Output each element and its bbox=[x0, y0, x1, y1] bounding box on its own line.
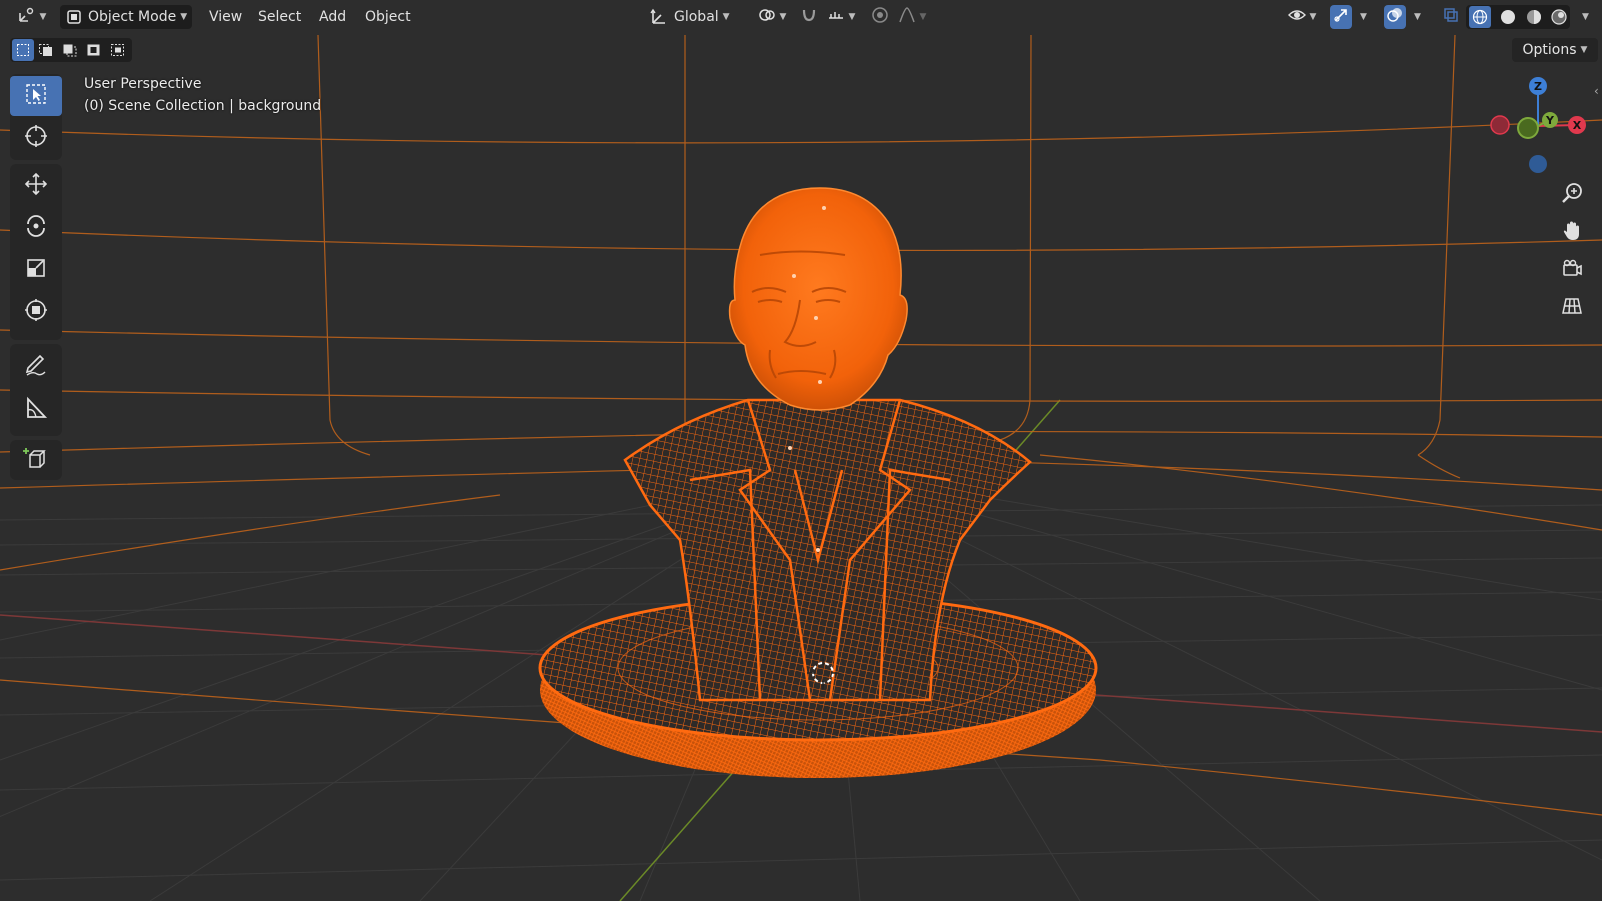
overlays-toggle[interactable] bbox=[1384, 5, 1406, 29]
gizmo-toggle-icon bbox=[1333, 7, 1349, 27]
snap-target-dropdown[interactable]: ▼ bbox=[822, 5, 860, 29]
zoom-magnifier-icon bbox=[1561, 182, 1583, 208]
gizmo-z-label: Z bbox=[1534, 80, 1542, 93]
select-box-tool[interactable] bbox=[10, 76, 62, 116]
gizmo-x-label: X bbox=[1573, 119, 1582, 132]
pan-button[interactable] bbox=[1557, 218, 1587, 248]
gizmo-z-negative bbox=[1529, 155, 1547, 173]
gizmo-x-negative bbox=[1490, 115, 1510, 135]
menu-view[interactable]: View bbox=[203, 5, 248, 29]
gizmo-toggle[interactable] bbox=[1330, 5, 1352, 29]
shading-material-icon[interactable] bbox=[1526, 9, 1542, 25]
select-subtract-icon[interactable] bbox=[58, 43, 82, 57]
snap-increment-icon bbox=[827, 6, 845, 28]
view-name: User Perspective bbox=[84, 76, 202, 92]
snap-toggle[interactable] bbox=[796, 5, 822, 29]
pivot-point-icon bbox=[758, 6, 776, 28]
shading-dropdown-chevron[interactable]: ▼ bbox=[1582, 5, 1589, 29]
rotate-tool[interactable] bbox=[10, 208, 62, 248]
measure-tool[interactable] bbox=[10, 390, 62, 430]
select-invert-icon[interactable] bbox=[82, 43, 106, 57]
xray-toggle-icon bbox=[1443, 7, 1459, 27]
move-tool[interactable] bbox=[10, 166, 62, 206]
add-cube-tool[interactable] bbox=[10, 440, 62, 480]
navigation-gizmo[interactable]: Z Y X bbox=[1480, 74, 1602, 184]
editor-type-icon bbox=[18, 7, 36, 27]
select-cursor-icon bbox=[24, 82, 48, 110]
chevron-down-icon: ▼ bbox=[919, 12, 927, 22]
select-extend-icon[interactable] bbox=[34, 43, 58, 57]
object-mode-icon bbox=[66, 9, 82, 25]
visibility-eye-icon bbox=[1287, 7, 1306, 27]
menu-object[interactable]: Object bbox=[359, 5, 417, 29]
camera-view-button[interactable] bbox=[1557, 256, 1587, 286]
viewport-3d[interactable] bbox=[0, 0, 1602, 901]
measure-ruler-icon bbox=[24, 396, 48, 424]
options-label: Options bbox=[1522, 42, 1577, 58]
collection-info: (0) Scene Collection | background bbox=[84, 98, 322, 114]
orientation-label: Global bbox=[674, 9, 719, 25]
overlays-dropdown-chevron[interactable]: ▼ bbox=[1414, 5, 1421, 29]
scale-tool[interactable] bbox=[10, 250, 62, 290]
rotate-icon bbox=[23, 213, 49, 243]
falloff-dropdown[interactable]: ▼ bbox=[894, 5, 930, 29]
ortho-grid-icon bbox=[1561, 294, 1583, 320]
cursor-tool[interactable] bbox=[10, 118, 62, 158]
chevron-down-icon: ▼ bbox=[39, 12, 47, 22]
add-cube-icon bbox=[23, 445, 49, 475]
gizmo-dropdown-chevron[interactable]: ▼ bbox=[1360, 5, 1367, 29]
move-arrows-icon bbox=[23, 171, 49, 201]
gizmo-y-label: Y bbox=[1545, 114, 1555, 127]
proportional-editing-toggle[interactable] bbox=[868, 5, 892, 29]
pan-hand-icon bbox=[1561, 220, 1583, 246]
shading-solid-icon[interactable] bbox=[1500, 9, 1516, 25]
shading-mode-group bbox=[1466, 5, 1570, 29]
chevron-down-icon: ▼ bbox=[779, 12, 787, 22]
transform-tool[interactable] bbox=[10, 292, 62, 332]
transform-icon bbox=[23, 297, 49, 327]
annotate-pencil-icon bbox=[23, 351, 49, 381]
mode-dropdown[interactable]: Object Mode ▼ bbox=[60, 5, 192, 29]
overlays-icon bbox=[1387, 7, 1403, 27]
sidebar-collapse-arrow[interactable]: ‹ bbox=[1594, 84, 1599, 98]
viewport-header: ▼ Object Mode ▼ View Select Add Object G… bbox=[0, 0, 1602, 34]
orientation-axes-icon bbox=[650, 8, 668, 26]
proportional-editing-icon bbox=[871, 6, 889, 28]
chevron-down-icon: ▼ bbox=[1309, 12, 1317, 22]
ortho-toggle-button[interactable] bbox=[1557, 292, 1587, 322]
gizmo-y-positive bbox=[1517, 117, 1539, 139]
chevron-down-icon: ▼ bbox=[1580, 45, 1588, 55]
shading-wireframe-icon[interactable] bbox=[1469, 6, 1491, 28]
chevron-down-icon: ▼ bbox=[848, 12, 856, 22]
select-new-icon[interactable] bbox=[12, 39, 34, 61]
editor-type-button[interactable]: ▼ bbox=[14, 5, 50, 29]
chevron-down-icon: ▼ bbox=[180, 12, 188, 22]
3d-cursor-icon bbox=[23, 123, 49, 153]
mode-label: Object Mode bbox=[88, 9, 177, 25]
transform-orientation-dropdown[interactable]: Global ▼ bbox=[646, 5, 742, 29]
annotate-tool[interactable] bbox=[10, 346, 62, 386]
chevron-down-icon: ▼ bbox=[722, 12, 730, 22]
pivot-point-dropdown[interactable]: ▼ bbox=[752, 5, 792, 29]
select-intersect-icon[interactable] bbox=[106, 43, 130, 57]
falloff-curve-icon bbox=[898, 6, 916, 28]
camera-view-icon bbox=[1561, 258, 1583, 284]
options-dropdown[interactable]: Options ▼ bbox=[1512, 38, 1598, 62]
scale-icon bbox=[24, 256, 48, 284]
snap-magnet-icon bbox=[800, 6, 818, 28]
select-mode-group bbox=[10, 38, 132, 62]
zoom-button[interactable] bbox=[1557, 180, 1587, 210]
viewport-info: User Perspective (0) Scene Collection | … bbox=[84, 73, 321, 117]
xray-toggle[interactable] bbox=[1440, 5, 1462, 29]
menu-add[interactable]: Add bbox=[313, 5, 352, 29]
visibility-dropdown[interactable]: ▼ bbox=[1284, 5, 1320, 29]
menu-select[interactable]: Select bbox=[252, 5, 307, 29]
shading-rendered-icon[interactable] bbox=[1551, 9, 1567, 25]
